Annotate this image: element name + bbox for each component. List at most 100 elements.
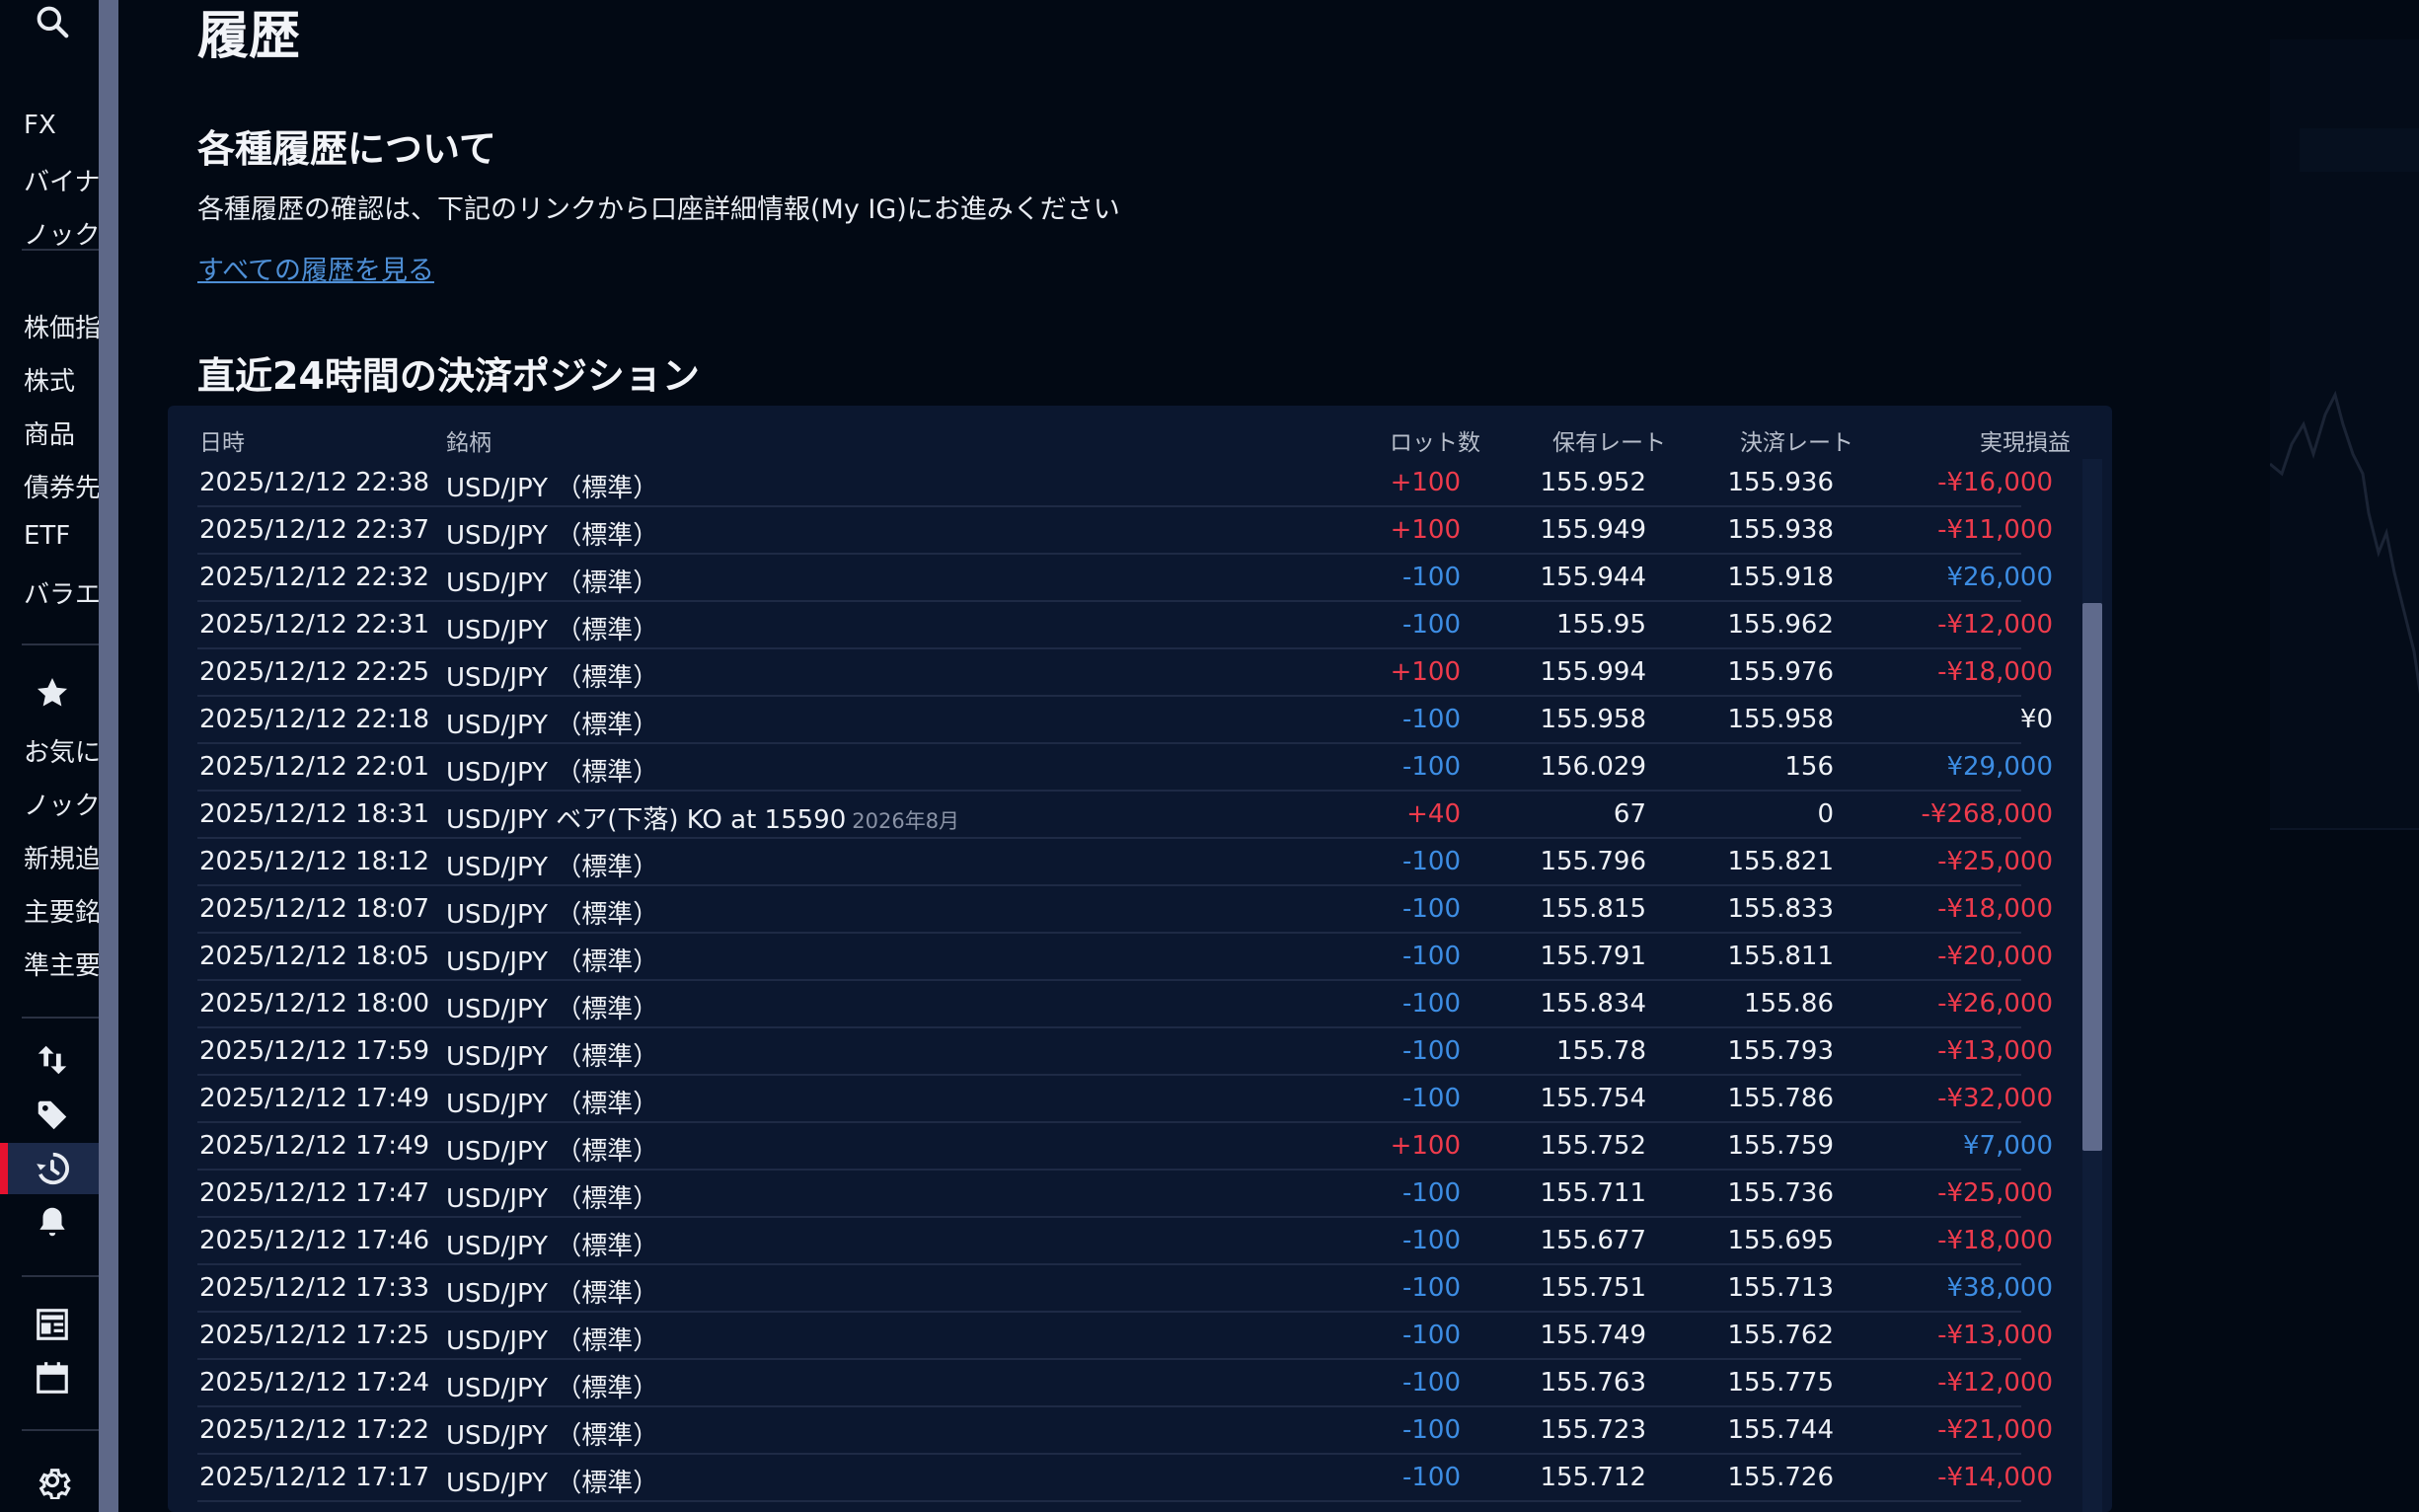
cell-instrument[interactable]: USD/JPY （標準） — [446, 752, 658, 789]
column-header-close-rate[interactable]: 決済レート — [1740, 423, 1853, 457]
nav-item[interactable]: ノック — [24, 786, 99, 822]
nav-item[interactable]: 準主要 — [24, 945, 99, 982]
table-row[interactable]: 2025/12/12 17:25 USD/JPY （標準） -100 155.749 1… — [168, 1313, 2112, 1360]
closed-positions-table: 日時 銘柄 ロット数 保有レート 決済レート 実現損益 2025/12/12 2… — [168, 406, 2112, 1512]
cell-instrument[interactable]: USD/JPY （標準） — [446, 894, 658, 931]
cell-lots: -100 — [1401, 1273, 1461, 1303]
instrument-name: USD/JPY （標準） — [446, 1232, 659, 1261]
table-row[interactable]: 2025/12/12 18:12 USD/JPY （標準） -100 155.796 1… — [168, 839, 2112, 886]
table-row[interactable]: 2025/12/12 18:31 USD/JPY ベア(下落) KO at 155… — [168, 792, 2112, 839]
cell-instrument[interactable]: USD/JPY ベア(下落) KO at 15590 2026年8月 — [446, 799, 959, 836]
swap-arrows-icon[interactable] — [22, 1038, 83, 1082]
cell-instrument[interactable]: USD/JPY （標準） — [446, 1226, 658, 1262]
cell-instrument[interactable]: USD/JPY （標準） — [446, 468, 658, 504]
instrument-name: USD/JPY （標準） — [446, 1279, 659, 1309]
table-row[interactable]: 2025/12/12 17:33 USD/JPY （標準） -100 155.751 1… — [168, 1265, 2112, 1313]
table-row[interactable]: 2025/12/12 22:01 USD/JPY （標準） -100 156.029 1… — [168, 744, 2112, 792]
column-header-pnl[interactable]: 実現損益 — [1980, 423, 2071, 457]
cell-instrument[interactable]: USD/JPY （標準） — [446, 847, 658, 883]
cell-instrument[interactable]: USD/JPY （標準） — [446, 610, 658, 646]
cell-close-rate: 155.695 — [1727, 1226, 1834, 1255]
cell-instrument[interactable]: USD/JPY （標準） — [446, 1131, 658, 1168]
table-row[interactable]: 2025/12/12 17:59 USD/JPY （標準） -100 155.78 15… — [168, 1028, 2112, 1076]
nav-item[interactable]: 株価指 — [24, 308, 99, 344]
cell-instrument[interactable]: USD/JPY （標準） — [446, 1463, 658, 1499]
news-icon[interactable] — [22, 1303, 83, 1346]
cell-open-rate: 155.751 — [1540, 1273, 1646, 1303]
table-row[interactable]: 2025/12/12 22:31 USD/JPY （標準） -100 155.95 15… — [168, 602, 2112, 649]
nav-item[interactable]: ノック — [24, 215, 99, 252]
star-icon[interactable] — [22, 671, 83, 715]
gear-icon[interactable] — [22, 1459, 83, 1502]
table-row[interactable]: 2025/12/12 17:17 USD/JPY （標準） -100 155.712 1… — [168, 1455, 2112, 1502]
nav-item[interactable]: 新規追 — [24, 839, 99, 875]
table-row[interactable]: 2025/12/12 17:49 USD/JPY （標準） -100 155.754 1… — [168, 1076, 2112, 1123]
cell-open-rate: 156.029 — [1540, 752, 1646, 782]
table-row[interactable]: 2025/12/12 17:49 USD/JPY （標準） +100 155.752 1… — [168, 1123, 2112, 1171]
table-row[interactable]: 2025/12/12 22:37 USD/JPY （標準） +100 155.949 1… — [168, 507, 2112, 555]
nav-item[interactable]: お気に — [24, 732, 99, 769]
cell-instrument[interactable]: USD/JPY （標準） — [446, 1036, 658, 1073]
all-history-link[interactable]: すべての履歴を見る — [197, 249, 434, 287]
column-header-lots[interactable]: ロット数 — [1390, 423, 1480, 457]
about-history-text: 各種履歴の確認は、下記のリンクから口座詳細情報(My IG)にお進みください — [197, 194, 1120, 225]
nav-item[interactable]: 債券先 — [24, 468, 99, 504]
table-row[interactable]: 2025/12/12 18:00 USD/JPY （標準） -100 155.834 1… — [168, 981, 2112, 1028]
instrument-name: USD/JPY （標準） — [446, 947, 659, 977]
cell-instrument[interactable]: USD/JPY （標準） — [446, 705, 658, 741]
table-row[interactable]: 2025/12/12 22:25 USD/JPY （標準） +100 155.994 1… — [168, 649, 2112, 697]
search-icon[interactable] — [22, 0, 83, 43]
instrument-expiry: 2026年8月 — [852, 809, 960, 833]
cell-pnl: ¥29,000 — [1946, 752, 2053, 782]
history-icon[interactable] — [22, 1147, 83, 1190]
cell-instrument[interactable]: USD/JPY （標準） — [446, 1415, 658, 1452]
cell-instrument[interactable]: USD/JPY （標準） — [446, 515, 658, 552]
table-row[interactable]: 2025/12/12 17:24 USD/JPY （標準） -100 155.763 1… — [168, 1360, 2112, 1407]
bell-icon[interactable] — [22, 1200, 83, 1244]
instrument-name: USD/JPY （標準） — [446, 1374, 659, 1403]
cell-open-rate: 155.791 — [1540, 942, 1646, 971]
table-row[interactable]: 2025/12/12 17:46 USD/JPY （標準） -100 155.677 1… — [168, 1218, 2112, 1265]
nav-item[interactable]: FX — [24, 111, 99, 140]
column-header-instrument[interactable]: 銘柄 — [446, 423, 491, 457]
table-row[interactable]: 2025/12/12 22:32 USD/JPY （標準） -100 155.944 1… — [168, 555, 2112, 602]
sidebar-collapse-handle[interactable] — [99, 0, 118, 1512]
cell-open-rate: 155.834 — [1540, 989, 1646, 1019]
column-header-date[interactable]: 日時 — [199, 423, 245, 457]
nav-item[interactable]: 主要銘 — [24, 892, 99, 929]
table-row[interactable]: 2025/12/12 22:18 USD/JPY （標準） -100 155.958 1… — [168, 697, 2112, 744]
cell-pnl: ¥38,000 — [1946, 1273, 2053, 1303]
cell-instrument[interactable]: USD/JPY （標準） — [446, 1273, 658, 1310]
table-row[interactable]: 2025/12/12 17:47 USD/JPY （標準） -100 155.711 1… — [168, 1171, 2112, 1218]
nav-item[interactable]: 株式 — [24, 361, 99, 398]
table-row[interactable]: 2025/12/12 22:38 USD/JPY （標準） +100 155.952 1… — [168, 460, 2112, 507]
nav-divider — [22, 643, 99, 645]
cell-instrument[interactable]: USD/JPY （標準） — [446, 563, 658, 599]
cell-instrument[interactable]: USD/JPY （標準） — [446, 1321, 658, 1357]
instrument-name: USD/JPY （標準） — [446, 474, 659, 503]
cell-instrument[interactable]: USD/JPY （標準） — [446, 942, 658, 978]
calendar-icon[interactable] — [22, 1356, 83, 1399]
cell-instrument[interactable]: USD/JPY （標準） — [446, 989, 658, 1025]
cell-date: 2025/12/12 22:37 — [199, 515, 430, 545]
table-row[interactable]: 2025/12/12 17:22 USD/JPY （標準） -100 155.723 1… — [168, 1407, 2112, 1455]
nav-item[interactable]: バラエ — [24, 574, 99, 611]
tag-icon[interactable] — [22, 1094, 83, 1137]
cell-instrument[interactable]: USD/JPY （標準） — [446, 1178, 658, 1215]
cell-lots: -100 — [1401, 1178, 1461, 1208]
cell-instrument[interactable]: USD/JPY （標準） — [446, 1084, 658, 1120]
column-header-open-rate[interactable]: 保有レート — [1552, 423, 1666, 457]
nav-active-indicator — [0, 1143, 8, 1194]
table-scrollbar-thumb[interactable] — [2082, 603, 2102, 1151]
table-row[interactable]: 2025/12/12 18:05 USD/JPY （標準） -100 155.791 1… — [168, 934, 2112, 981]
cell-lots: -100 — [1401, 894, 1461, 924]
cell-close-rate: 0 — [1817, 799, 1834, 829]
nav-item[interactable]: ETF — [24, 521, 99, 551]
table-row[interactable]: 2025/12/12 18:07 USD/JPY （標準） -100 155.815 1… — [168, 886, 2112, 934]
cell-instrument[interactable]: USD/JPY （標準） — [446, 1368, 658, 1404]
instrument-name: USD/JPY （標準） — [446, 521, 659, 551]
cell-instrument[interactable]: USD/JPY （標準） — [446, 657, 658, 694]
nav-item[interactable]: 商品 — [24, 415, 99, 451]
nav-item[interactable]: バイナ — [24, 162, 99, 198]
cell-lots: -100 — [1401, 563, 1461, 592]
